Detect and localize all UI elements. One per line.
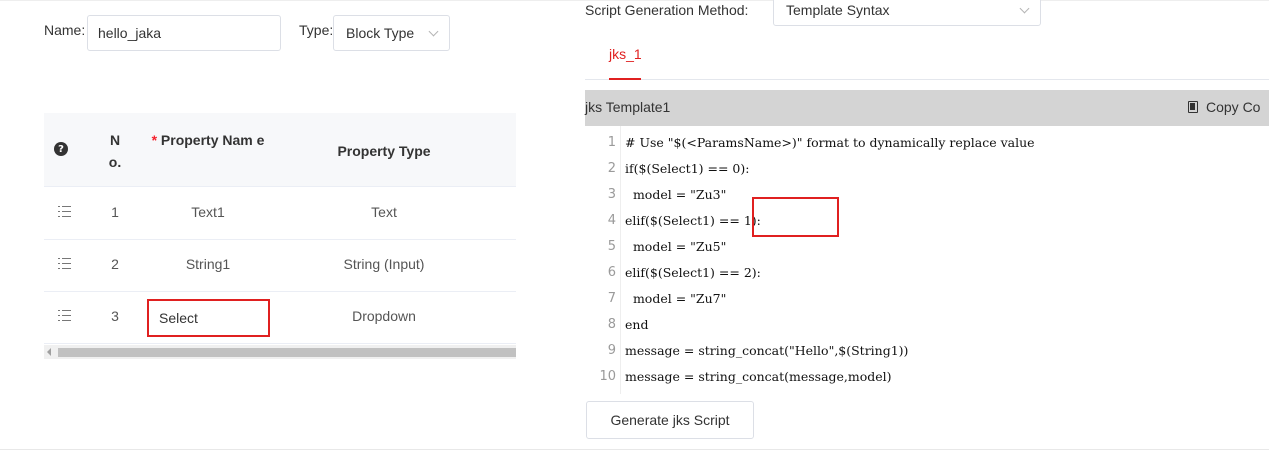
row-no: 1 (111, 204, 119, 220)
property-name-input[interactable] (148, 299, 270, 337)
line-number: 4 (607, 213, 616, 228)
code-text: message = string_concat(message,model) (625, 369, 892, 384)
editor-title: jks Template1 (585, 99, 671, 115)
horizontal-scrollbar[interactable] (44, 345, 516, 359)
code-text: model = "Zu5" (625, 239, 727, 254)
row-property-type[interactable]: String (Input) (294, 256, 474, 272)
code-line: 2 if($(Select1) == 0): (585, 161, 1269, 183)
bottom-divider (0, 449, 1269, 450)
code-text: message = string_concat("Hello",$(String… (625, 343, 909, 358)
block-definition-panel: Name: Type: Block Type ? N o. * Property… (0, 0, 560, 451)
code-text: elif($(Select1) == 2): (625, 265, 761, 280)
scrollbar-thumb[interactable] (58, 348, 516, 357)
method-select-value: Template Syntax (786, 2, 890, 18)
line-number: 6 (607, 265, 616, 280)
line-number: 3 (607, 187, 616, 202)
code-line: 3 model = "Zu3" (585, 187, 1269, 209)
scroll-left-arrow-icon[interactable] (47, 348, 51, 356)
line-number: 10 (599, 369, 616, 384)
row-property-name[interactable]: String1 (149, 256, 267, 272)
line-number: 9 (607, 343, 616, 358)
line-number: 2 (607, 161, 616, 176)
template-tabs: jks_1 (585, 38, 1269, 80)
header-property-name: * Property Nam e (149, 129, 267, 151)
row-property-type[interactable]: Dropdown (294, 308, 474, 324)
header-property-name-text: Property Nam e (160, 132, 265, 148)
code-text: model = "Zu3" (625, 187, 727, 202)
tab-jks-1[interactable]: jks_1 (609, 46, 642, 62)
code-text: end (625, 317, 649, 332)
code-line: 9 message = string_concat("Hello",$(Strin… (585, 343, 1269, 365)
code-line: 1 # Use "$(<ParamsName>)" format to dynam… (585, 135, 1269, 157)
question-circle-icon[interactable]: ? (54, 142, 68, 156)
row-property-type[interactable]: Text (294, 204, 474, 220)
table-row: 2 String1 String (Input) (44, 240, 516, 292)
required-mark: * (151, 132, 158, 148)
row-property-name[interactable]: Text1 (149, 204, 267, 220)
code-text: if($(Select1) == 0): (625, 161, 750, 176)
code-line: 8 end (585, 317, 1269, 339)
script-panel: Script Generation Method: Template Synta… (585, 0, 1269, 451)
type-select-value: Block Type (346, 25, 415, 41)
line-number: 7 (607, 291, 616, 306)
header-property-type: Property Type (337, 143, 431, 159)
code-line: 5 model = "Zu5" (585, 239, 1269, 261)
line-number: 1 (607, 135, 616, 150)
chevron-down-icon (428, 26, 439, 36)
code-text: model = "Zu7" (625, 291, 727, 306)
drag-handle-icon[interactable] (58, 310, 71, 322)
copy-button[interactable]: Copy Co (1188, 99, 1260, 115)
type-select[interactable]: Block Type (333, 15, 450, 51)
code-line: 7 model = "Zu7" (585, 291, 1269, 313)
code-line: 10 message = string_concat(message,model) (585, 369, 1269, 391)
code-text: # Use "$(<ParamsName>)" format to dynami… (625, 135, 1035, 150)
row-no: 3 (111, 308, 119, 324)
editor-header: jks Template1 Copy Co (585, 90, 1269, 126)
method-label: Script Generation Method: (585, 2, 749, 18)
drag-handle-icon[interactable] (58, 206, 71, 218)
generate-script-button[interactable]: Generate jks Script (586, 401, 754, 439)
table-row: 3 Dropdown (44, 292, 516, 344)
code-line: 6 elif($(Select1) == 2): (585, 265, 1269, 287)
row-no: 2 (111, 256, 119, 272)
active-tab-indicator (609, 78, 641, 80)
name-input[interactable] (87, 15, 281, 51)
type-label: Type: (299, 22, 334, 38)
code-line: 4 elif($(Select1) == 1): (585, 213, 1269, 235)
code-editor[interactable]: 1 # Use "$(<ParamsName>)" format to dynam… (585, 126, 1269, 394)
chevron-down-icon (1019, 3, 1030, 13)
line-number: 8 (607, 317, 616, 332)
code-text: elif($(Select1) == 1): (625, 213, 761, 228)
header-no: N o. (108, 132, 122, 170)
table-row: 1 Text1 Text (44, 188, 516, 240)
line-number: 5 (607, 239, 616, 254)
drag-handle-icon[interactable] (58, 258, 71, 270)
name-label: Name: (44, 22, 86, 38)
method-select[interactable]: Template Syntax (773, 0, 1041, 26)
table-header: ? N o. * Property Nam e Property Type (44, 113, 516, 187)
copy-label: Copy Co (1206, 99, 1261, 115)
copy-icon (1188, 101, 1198, 113)
